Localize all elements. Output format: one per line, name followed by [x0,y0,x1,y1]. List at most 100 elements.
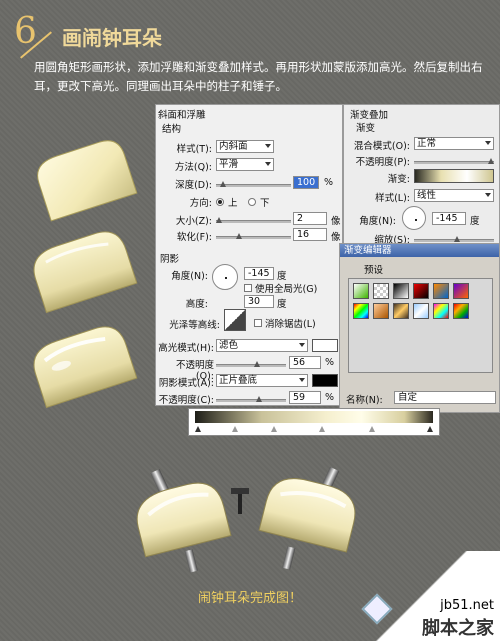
size-input[interactable]: 2 [293,212,327,225]
soften-unit: 像 [331,232,341,243]
preset-swatch[interactable] [453,283,469,299]
shadow-opacity-input[interactable]: 59 [289,391,321,404]
shadow-mode-select[interactable]: 正片叠底 [216,374,308,387]
color-stop-icon[interactable] [427,426,433,432]
gradient-style-select[interactable]: 线性 [414,189,494,202]
preset-swatch[interactable] [433,283,449,299]
slider-knob-icon[interactable] [454,236,460,242]
presets-label: 预设 [364,265,384,276]
shadow-mode-label: 阴影模式(A): [158,378,214,389]
chevron-down-icon [485,193,491,197]
name-label: 名称(N): [346,395,383,406]
slider-knob-icon[interactable] [220,181,226,187]
shadow-opacity-slider[interactable] [216,396,286,402]
preset-swatch[interactable] [353,303,369,319]
antialias-label: 消除锯齿(L) [265,319,316,330]
scale-slider[interactable] [414,236,494,242]
size-slider[interactable] [216,217,291,223]
preset-swatch[interactable] [413,303,429,319]
gradient-style-value: 线性 [417,190,437,201]
gradient-angle-input[interactable]: -145 [432,212,466,225]
preset-swatch[interactable] [393,283,409,299]
highlight-mode-select[interactable]: 滤色 [216,339,308,352]
slider-knob-icon[interactable] [256,396,262,402]
shadow-opacity-unit: % [325,392,335,403]
gloss-contour-swatch[interactable] [224,309,246,331]
color-stop-icon[interactable] [369,426,375,432]
gradient-angle-dial[interactable] [402,206,426,230]
altitude-input[interactable]: 30 [244,295,274,308]
gradient-bar[interactable] [195,411,433,423]
highlight-opacity-input[interactable]: 56 [289,356,321,369]
altitude-label: 高度: [185,299,208,310]
preset-swatch[interactable] [413,283,429,299]
description-text: 用圆角矩形画形状，添加浮雕和渐变叠加样式。再用形状加蒙版添加高光。然后复制出右耳… [34,60,483,93]
direction-up-radio[interactable] [216,198,224,206]
angle-dial[interactable] [212,264,238,290]
gradient-strip[interactable] [188,408,440,436]
shadow-opacity-label: 不透明度(C): [158,395,214,406]
gradient-label: 渐变: [387,174,410,185]
completed-ears-illustration [136,466,356,573]
angle-input[interactable]: -145 [244,267,274,280]
size-unit: 像 [331,216,341,227]
chevron-down-icon [299,343,305,347]
depth-label: 深度(D): [175,180,212,191]
shadow-color-swatch[interactable] [312,374,338,387]
preset-swatch[interactable] [373,303,389,319]
gradient-angle-label: 角度(N): [359,216,396,227]
watermark-url: jb51.net [440,598,494,613]
global-light-checkbox[interactable] [244,284,252,292]
highlight-color-swatch[interactable] [312,339,338,352]
highlight-mode-label: 高光模式(H): [158,343,214,354]
technique-label: 方法(Q): [174,162,212,173]
right-ear [258,466,356,570]
color-stop-icon[interactable] [195,426,201,432]
altitude-unit: 度 [277,299,287,310]
depth-input[interactable]: 100 [293,176,319,189]
gradient-overlay-header: 渐变叠加 [350,110,389,121]
depth-slider[interactable] [216,181,291,187]
style-select[interactable]: 内斜面 [216,140,274,153]
color-stop-icon[interactable] [271,426,277,432]
soften-slider[interactable] [216,233,291,239]
gradient-opacity-slider[interactable] [414,158,494,164]
preset-swatch[interactable] [433,303,449,319]
technique-select[interactable]: 平滑 [216,158,274,171]
chevron-down-icon [299,378,305,382]
blend-mode-select[interactable]: 正常 [414,137,494,150]
antialias-checkbox[interactable] [254,319,262,327]
highlight-opacity-unit: % [325,357,335,368]
direction-down-radio[interactable] [248,198,256,206]
soften-input[interactable]: 16 [293,228,327,241]
structure-section-label: 结构 [162,124,182,135]
preset-swatch[interactable] [373,283,389,299]
direction-up-label: 上 [228,198,238,209]
technique-select-value: 平滑 [219,159,239,170]
watermark-site-name: 脚本之家 [422,618,494,639]
depth-unit: % [324,177,334,188]
left-ear [136,469,232,573]
color-stop-icon[interactable] [232,426,238,432]
gradient-name-input[interactable]: 自定 [394,391,496,404]
size-label: 大小(Z): [175,216,212,227]
highlight-opacity-slider[interactable] [216,361,286,367]
slider-knob-icon[interactable] [254,361,260,367]
caption-text: 闹钟耳朵完成图！ [198,591,303,606]
blend-mode-label: 混合模式(O): [353,141,410,152]
style-select-value: 内斜面 [219,141,248,152]
preset-swatch[interactable] [393,303,409,319]
gradient-overlay-panel: 渐变叠加 渐变 混合模式(O): 正常 不透明度(P): 渐变: 样式(L): … [343,104,500,246]
color-stop-icon[interactable] [319,426,325,432]
direction-down-label: 下 [260,198,270,209]
preset-swatch[interactable] [353,283,369,299]
presets-grid [348,278,493,373]
direction-label: 方向: [189,198,212,209]
gradient-opacity-label: 不透明度(P): [355,157,410,168]
preset-swatch[interactable] [453,303,469,319]
slider-knob-icon[interactable] [488,158,494,164]
gradient-preview-swatch[interactable] [414,169,494,183]
page-title: 画闹钟耳朵 [62,26,162,50]
slider-knob-icon[interactable] [236,233,242,239]
slider-knob-icon[interactable] [216,217,222,223]
